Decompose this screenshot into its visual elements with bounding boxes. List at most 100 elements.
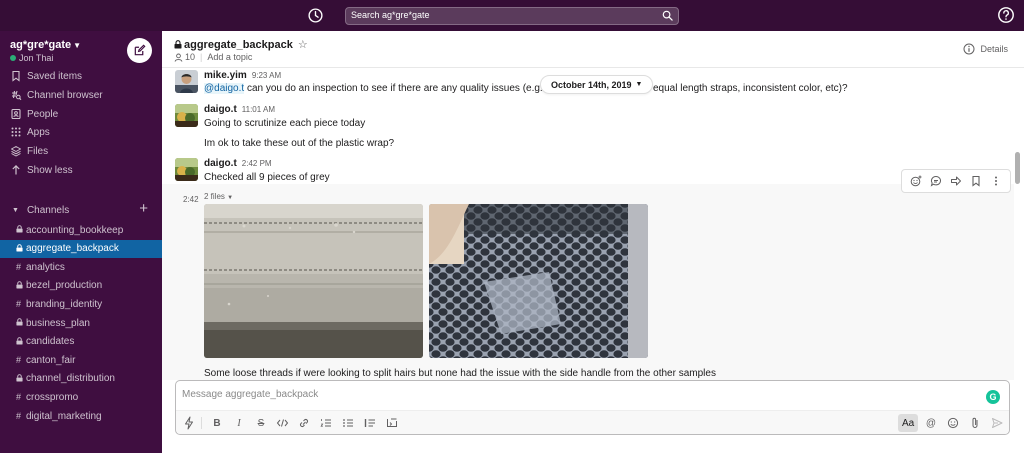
date-divider[interactable]: October 14th, 2019 ▼ <box>540 75 654 94</box>
more-actions-icon[interactable] <box>990 175 1002 187</box>
author-name[interactable]: daigo.t <box>204 104 237 115</box>
hash-icon: # <box>16 262 22 273</box>
apps-icon <box>11 127 21 137</box>
details-button[interactable]: Details <box>963 43 1008 55</box>
emoji-icon[interactable] <box>947 416 959 430</box>
history-icon[interactable] <box>307 7 324 24</box>
nav-channel-browser[interactable]: Channel browser <box>10 86 103 104</box>
save-bookmark-icon[interactable] <box>970 175 982 187</box>
file-image-mesh[interactable] <box>429 204 648 358</box>
bold-icon[interactable]: B <box>211 416 223 430</box>
bulleted-list-icon[interactable] <box>342 416 354 430</box>
message-header: daigo.t 11:01 AM <box>204 104 275 115</box>
files-icon <box>11 146 21 157</box>
channel-item-digital-marketing[interactable]: # digital_marketing <box>0 407 162 425</box>
meta-separator: | <box>200 52 203 62</box>
add-reaction-icon[interactable] <box>910 175 922 187</box>
avatar-photo <box>175 70 198 93</box>
scrollbar-thumb[interactable] <box>1015 152 1020 184</box>
message-time[interactable]: 11:01 AM <box>242 105 275 114</box>
code-block-icon[interactable] <box>386 416 398 430</box>
channel-item-business-plan[interactable]: business_plan <box>0 314 162 332</box>
compose-icon <box>134 44 146 56</box>
channel-item-branding-identity[interactable]: # branding_identity <box>0 295 162 313</box>
avatar-photo <box>175 104 198 127</box>
nav-files[interactable]: Files <box>10 142 48 160</box>
user-mention[interactable]: @daigo.t <box>204 83 245 94</box>
share-message-icon[interactable] <box>950 175 962 187</box>
add-topic-link[interactable]: Add a topic <box>207 52 252 62</box>
strikethrough-icon[interactable]: S <box>255 416 267 430</box>
channels-section-header[interactable]: ▼ Channels + <box>12 200 152 218</box>
attachment-icon[interactable] <box>969 416 981 430</box>
channel-label: candidates <box>26 336 75 348</box>
compose-button[interactable] <box>127 38 152 63</box>
channel-label: channel_distribution <box>26 373 115 385</box>
message-text: Going to scrutinize each piece today <box>204 118 366 129</box>
channel-label: bezel_production <box>26 280 103 292</box>
author-name[interactable]: daigo.t <box>204 158 237 169</box>
mesh-fabric-photo <box>429 204 648 358</box>
reply-thread-icon[interactable] <box>930 175 942 187</box>
toolbar-separator <box>201 417 202 429</box>
files-label: 2 files <box>204 192 225 201</box>
message-time[interactable]: 9:23 AM <box>252 71 281 80</box>
message-text-a: can you do an inspection to see if there… <box>244 83 551 94</box>
channel-item-analytics[interactable]: # analytics <box>0 258 162 276</box>
formatting-toggle-button[interactable]: Aa <box>898 414 919 432</box>
numbered-list-icon[interactable] <box>320 416 332 430</box>
file-image-fabric-seam[interactable] <box>204 204 423 358</box>
message-text: Im ok to take these out of the plastic w… <box>204 138 395 149</box>
nav-saved-items[interactable]: Saved items <box>10 67 82 85</box>
member-icon[interactable] <box>174 53 183 62</box>
message-text: Checked all 9 pieces of grey <box>204 172 330 183</box>
channel-item-canton-fair[interactable]: # canton_fair <box>0 351 162 369</box>
grammarly-icon[interactable]: G <box>986 390 1000 404</box>
author-name[interactable]: mike.yim <box>204 70 247 81</box>
channel-item-candidates[interactable]: candidates <box>0 333 162 351</box>
code-icon[interactable] <box>276 416 289 430</box>
channel-item-crosspromo[interactable]: # crosspromo <box>0 388 162 406</box>
mention-icon[interactable]: @ <box>925 416 937 430</box>
link-icon[interactable] <box>298 416 310 430</box>
nav-people[interactable]: People <box>10 105 58 123</box>
avatar-mike-yim[interactable] <box>175 70 198 93</box>
channels-header-label: Channels <box>26 204 70 216</box>
channel-item-channel-distribution[interactable]: channel_distribution <box>0 370 162 388</box>
channel-name: aggregate_backpack <box>184 38 293 51</box>
avatar-daigo-t[interactable] <box>175 158 198 181</box>
nav-show-less[interactable]: Show less <box>10 161 73 179</box>
member-count[interactable]: 10 <box>185 52 195 62</box>
channel-title[interactable]: aggregate_backpack ☆ <box>174 38 308 51</box>
top-bar: Search ag*gre*gate <box>0 0 1024 31</box>
arrow-up-icon <box>12 164 20 175</box>
nav-label: Show less <box>27 164 73 176</box>
italic-icon[interactable]: I <box>233 416 245 430</box>
message-header: mike.yim 9:23 AM <box>204 70 281 81</box>
help-icon[interactable] <box>997 6 1015 24</box>
shortcuts-lightning-icon[interactable] <box>183 416 195 430</box>
message-input[interactable]: Message aggregate_backpack <box>182 389 318 400</box>
channel-label: canton_fair <box>26 354 76 366</box>
date-label: October 14th, 2019 <box>551 79 632 90</box>
nav-apps[interactable]: Apps <box>10 123 50 141</box>
avatar-daigo-t[interactable] <box>175 104 198 127</box>
send-icon[interactable] <box>991 416 1003 430</box>
blockquote-icon[interactable] <box>364 416 376 430</box>
sidebar: ag*gre*gate ▼ Jon Thai Saved items Channe… <box>0 31 162 453</box>
message-hover-time[interactable]: 2:42 <box>183 195 199 204</box>
channel-item-aggregate-backpack[interactable]: aggregate_backpack <box>0 239 162 258</box>
workspace-switcher[interactable]: ag*gre*gate ▼ <box>10 39 81 51</box>
channel-label: crosspromo <box>26 391 79 403</box>
search-bar[interactable]: Search ag*gre*gate <box>345 7 679 25</box>
add-channel-icon[interactable]: + <box>139 200 148 217</box>
people-icon <box>11 108 21 120</box>
files-toggle[interactable]: 2 files ▼ <box>204 192 233 201</box>
hash-icon: # <box>16 411 22 421</box>
message-time[interactable]: 2:42 PM <box>242 159 272 168</box>
channel-item-bezel-production[interactable]: bezel_production <box>0 277 162 295</box>
current-user[interactable]: Jon Thai <box>10 53 53 63</box>
message-composer[interactable]: Message aggregate_backpack G B I S Aa @ <box>175 380 1010 435</box>
channel-item-accounting-bookkeep[interactable]: accounting_bookkeep <box>0 221 162 239</box>
star-icon[interactable]: ☆ <box>298 38 308 51</box>
